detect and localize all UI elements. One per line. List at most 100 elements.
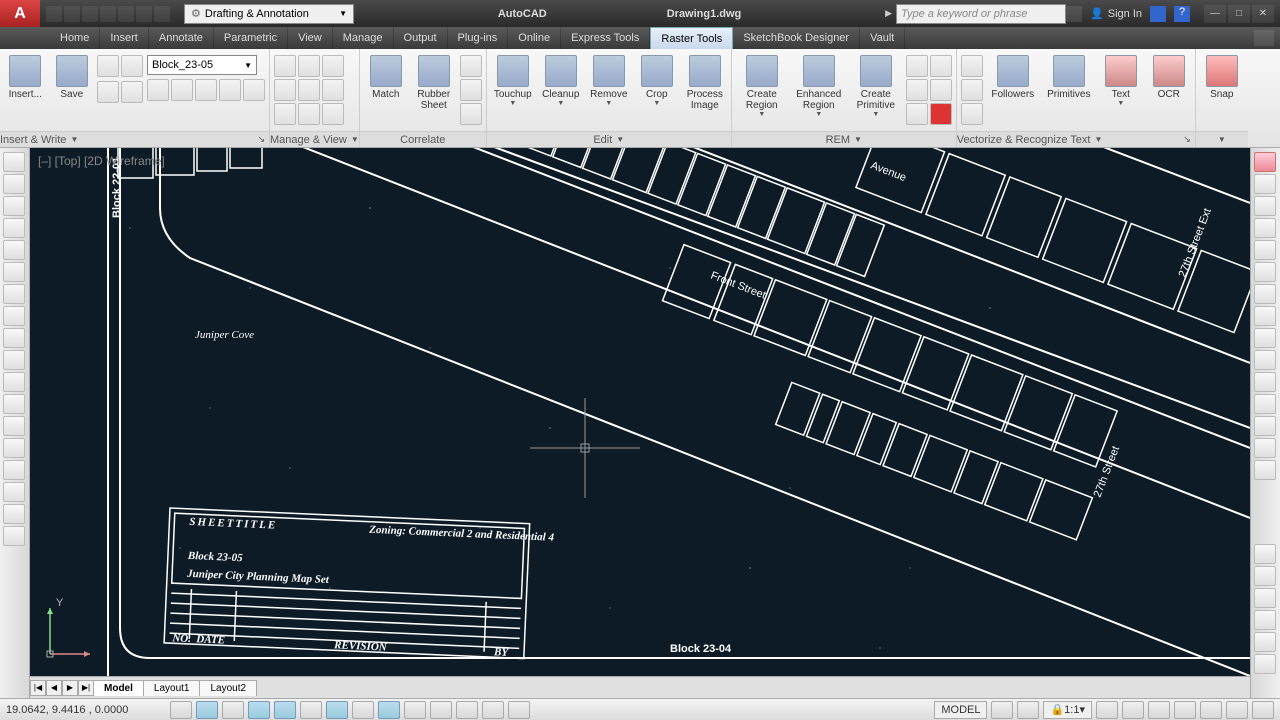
rem-color[interactable]	[930, 103, 952, 125]
qat-save-icon[interactable]	[82, 6, 98, 22]
status-r1[interactable]	[991, 701, 1013, 719]
infocenter-search[interactable]: Type a keyword or phrase	[896, 4, 1066, 24]
corr-1[interactable]	[460, 55, 482, 77]
am-icon[interactable]	[508, 701, 530, 719]
insert-button[interactable]: Insert...	[4, 51, 47, 100]
hatch-icon[interactable]	[3, 416, 25, 436]
region-icon[interactable]	[3, 460, 25, 480]
status-tray[interactable]	[1252, 701, 1274, 719]
osnap-icon[interactable]	[274, 701, 296, 719]
qat-new-icon[interactable]	[46, 6, 62, 22]
point-icon[interactable]	[3, 394, 25, 414]
chamfer-icon[interactable]	[1254, 438, 1276, 458]
rectangle-icon[interactable]	[3, 218, 25, 238]
layout-tab-model[interactable]: Model	[93, 680, 144, 696]
move-icon[interactable]	[1254, 262, 1276, 282]
ellipse-icon[interactable]	[3, 328, 25, 348]
vec-1[interactable]	[961, 55, 983, 77]
tab-express[interactable]: Express Tools	[561, 27, 650, 49]
mv-9[interactable]	[322, 103, 344, 125]
qat-undo-icon[interactable]	[136, 6, 152, 22]
viewport-label[interactable]: [–] [Top] [2D Wireframe]	[38, 154, 165, 168]
nav-1-icon[interactable]	[1254, 544, 1276, 564]
iw-row-4[interactable]	[219, 79, 241, 101]
3dosnap-icon[interactable]	[300, 701, 322, 719]
ocr-button[interactable]: OCR	[1147, 51, 1191, 100]
grid-icon[interactable]	[196, 701, 218, 719]
lwt-icon[interactable]	[404, 701, 426, 719]
status-r4[interactable]	[1122, 701, 1144, 719]
ortho-icon[interactable]	[222, 701, 244, 719]
snapmode-icon[interactable]	[170, 701, 192, 719]
image-select[interactable]: Block_23-05 ▼	[147, 55, 257, 75]
crop-button[interactable]: Crop▼	[635, 51, 679, 107]
help-icon[interactable]: ?	[1174, 6, 1190, 22]
tab-parametric[interactable]: Parametric	[214, 27, 288, 49]
rem-5[interactable]	[906, 103, 928, 125]
tab-plugins[interactable]: Plug-ins	[448, 27, 509, 49]
nav-6-icon[interactable]	[1254, 654, 1276, 674]
status-r8[interactable]	[1226, 701, 1248, 719]
ribbon-minimize-icon[interactable]	[1254, 30, 1274, 46]
array-icon[interactable]	[1254, 240, 1276, 260]
remove-button[interactable]: Remove▼	[587, 51, 631, 107]
nav-3-icon[interactable]	[1254, 588, 1276, 608]
primitives-button[interactable]: Primitives	[1043, 51, 1095, 100]
iw-row-2[interactable]	[171, 79, 193, 101]
snap-button[interactable]: Snap	[1200, 51, 1244, 100]
mv-4[interactable]	[274, 79, 296, 101]
iw-row-5[interactable]	[243, 79, 265, 101]
polygon-icon[interactable]	[3, 196, 25, 216]
cleanup-button[interactable]: Cleanup▼	[539, 51, 583, 107]
nav-5-icon[interactable]	[1254, 632, 1276, 652]
mv-6[interactable]	[322, 79, 344, 101]
status-r7[interactable]	[1200, 701, 1222, 719]
erase-icon[interactable]	[1254, 152, 1276, 172]
nav-4-icon[interactable]	[1254, 610, 1276, 630]
corr-3[interactable]	[460, 103, 482, 125]
iw-btn-1[interactable]	[97, 55, 119, 77]
layout-next-icon[interactable]: ▶	[62, 680, 78, 696]
tab-sketchbook[interactable]: SketchBook Designer	[733, 27, 860, 49]
polyline-icon[interactable]	[3, 174, 25, 194]
app-menu-button[interactable]: A	[0, 0, 40, 27]
status-r6[interactable]	[1174, 701, 1196, 719]
qat-print-icon[interactable]	[118, 6, 134, 22]
tab-annotate[interactable]: Annotate	[149, 27, 214, 49]
circle-icon[interactable]	[3, 262, 25, 282]
text-button[interactable]: Text▼	[1099, 51, 1143, 107]
mv-1[interactable]	[274, 55, 296, 77]
qat-saveas-icon[interactable]	[100, 6, 116, 22]
line-icon[interactable]	[3, 152, 25, 172]
iw-row-3[interactable]	[195, 79, 217, 101]
layout-last-icon[interactable]: ▶|	[78, 680, 94, 696]
model-space-toggle[interactable]: MODEL	[934, 701, 987, 719]
mv-7[interactable]	[274, 103, 296, 125]
save-button[interactable]: Save	[51, 51, 94, 100]
coordinates[interactable]: 19.0642, 9.4416 , 0.0000	[6, 704, 166, 716]
status-r5[interactable]	[1148, 701, 1170, 719]
gradient-icon[interactable]	[3, 438, 25, 458]
status-r2[interactable]	[1017, 701, 1039, 719]
tab-view[interactable]: View	[288, 27, 333, 49]
followers-button[interactable]: Followers	[987, 51, 1039, 100]
mtext-icon[interactable]	[3, 504, 25, 524]
offset-icon[interactable]	[1254, 218, 1276, 238]
table-icon[interactable]	[3, 482, 25, 502]
tab-vault[interactable]: Vault	[860, 27, 905, 49]
stretch-icon[interactable]	[1254, 328, 1276, 348]
block-icon[interactable]	[3, 372, 25, 392]
layout-first-icon[interactable]: |◀	[30, 680, 46, 696]
vec-2[interactable]	[961, 79, 983, 101]
join-icon[interactable]	[1254, 416, 1276, 436]
mirror-icon[interactable]	[1254, 196, 1276, 216]
scale-icon[interactable]	[1254, 306, 1276, 326]
dyn-icon[interactable]	[378, 701, 400, 719]
play-icon[interactable]: ▶	[885, 8, 896, 19]
binoculars-icon[interactable]	[1066, 6, 1082, 22]
tool-a-icon[interactable]	[3, 526, 25, 546]
tpy-icon[interactable]	[430, 701, 452, 719]
spline-icon[interactable]	[3, 306, 25, 326]
drawing-canvas[interactable]: [–] [Top] [2D Wireframe]	[30, 148, 1250, 676]
iw-btn-3[interactable]	[97, 81, 119, 103]
